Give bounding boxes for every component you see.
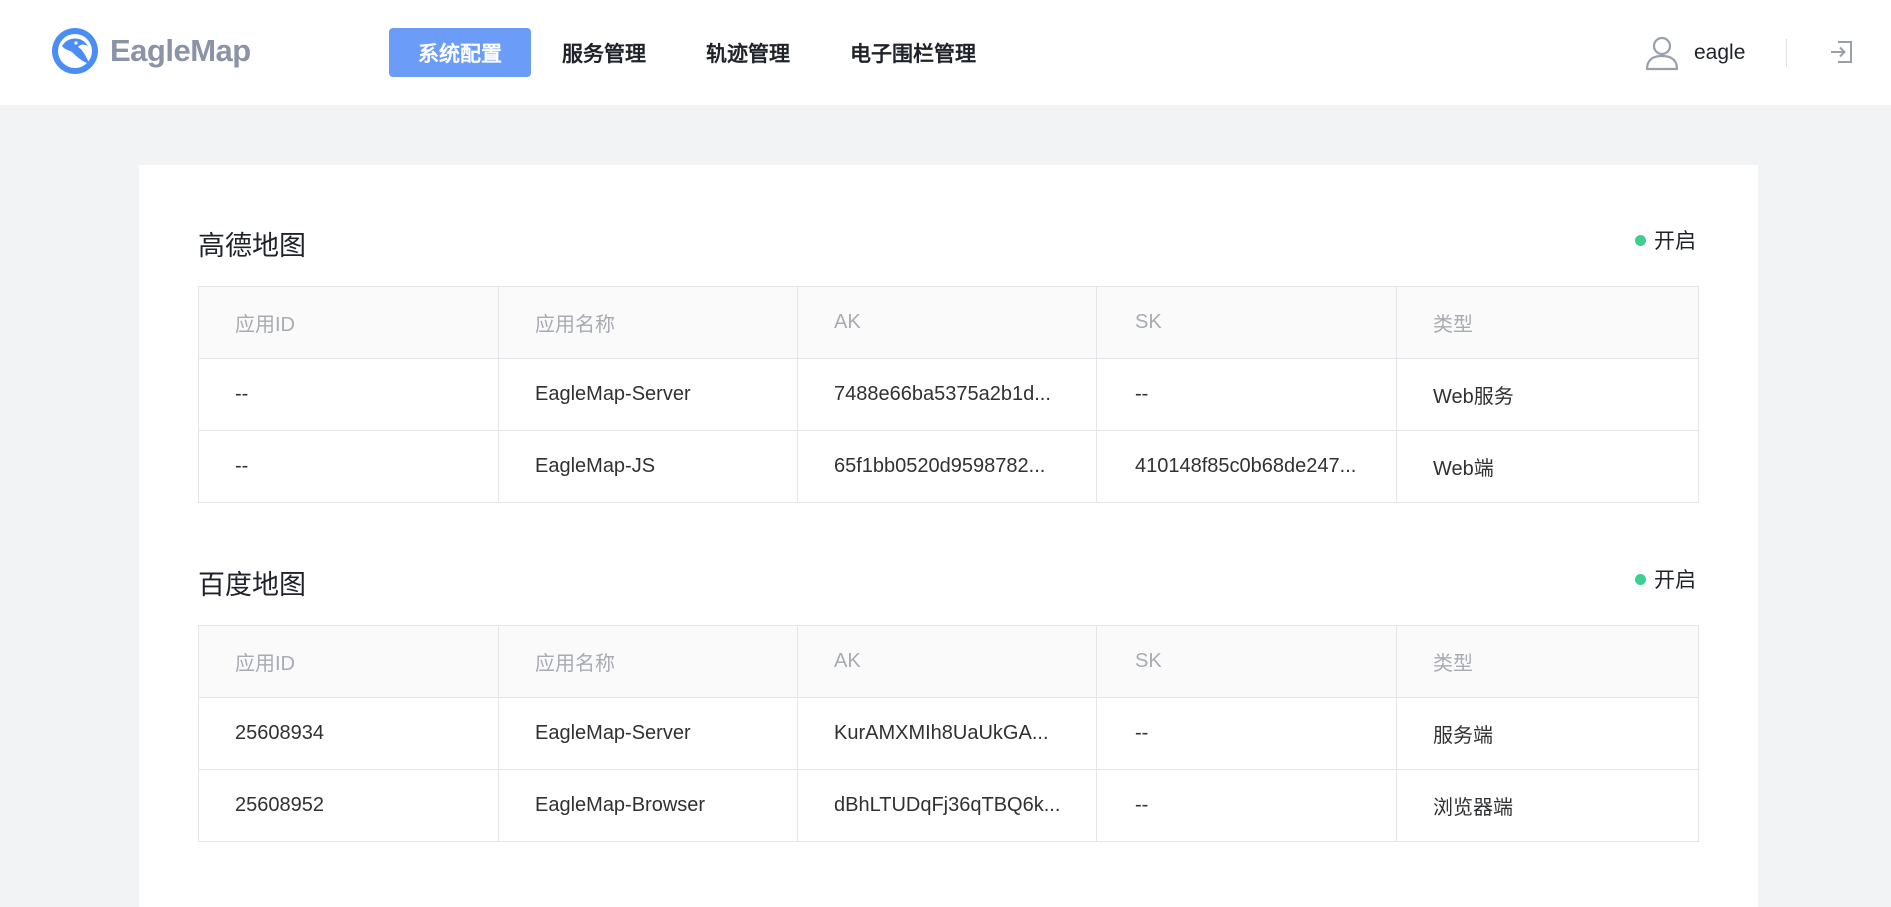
cell-ak: KurAMXMIh8UaUkGA...	[797, 697, 1097, 770]
cell-sk: --	[1096, 358, 1397, 431]
column-header-sk: SK	[1096, 286, 1397, 359]
cell-app-name: EagleMap-Server	[498, 697, 798, 770]
status-label: 开启	[1654, 230, 1696, 253]
table-row: 25608934 EagleMap-Server KurAMXMIh8UaUkG…	[198, 697, 1699, 770]
column-header-ak: AK	[797, 286, 1097, 359]
nav-item-system-config[interactable]: 系统配置	[389, 28, 531, 77]
logo-text: EagleMap	[110, 33, 251, 68]
status-baidu: 开启	[1635, 564, 1696, 594]
cell-app-id: 25608934	[198, 697, 499, 770]
column-header-type: 类型	[1396, 625, 1699, 698]
cell-type: 浏览器端	[1433, 797, 1513, 819]
cell-sk: --	[1096, 697, 1397, 770]
cell-app-id: --	[198, 430, 499, 503]
eagle-logo-icon	[52, 28, 98, 74]
column-header-sk: SK	[1096, 625, 1397, 698]
column-header-app-id: 应用ID	[198, 286, 499, 359]
amap-app-table: 应用ID 应用名称 AK SK 类型 -- EagleMap-Server 74…	[198, 286, 1699, 503]
nav-item-geofence-management[interactable]: 电子围栏管理	[821, 28, 1005, 77]
cell-type: Web端	[1433, 458, 1494, 480]
cell-ak: 7488e66ba5375a2b1d...	[797, 358, 1097, 431]
column-header-type: 类型	[1396, 286, 1699, 359]
table-header-row: 应用ID 应用名称 AK SK 类型	[198, 625, 1699, 698]
cell-app-id: 25608952	[198, 769, 499, 842]
status-label: 开启	[1654, 569, 1696, 592]
cell-app-name: EagleMap-Server	[498, 358, 798, 431]
header-divider	[1786, 39, 1787, 67]
nav-item-track-management[interactable]: 轨迹管理	[677, 28, 819, 77]
nav-item-service-management[interactable]: 服务管理	[533, 28, 675, 77]
status-amap: 开启	[1635, 225, 1696, 255]
table-row: -- EagleMap-JS 65f1bb0520d9598782... 410…	[198, 430, 1699, 503]
table-row: 25608952 EagleMap-Browser dBhLTUDqFj36qT…	[198, 769, 1699, 842]
column-header-ak: AK	[797, 625, 1097, 698]
status-dot	[1635, 234, 1646, 246]
column-header-app-name: 应用名称	[498, 625, 798, 698]
cell-sk: --	[1096, 769, 1397, 842]
logo[interactable]: EagleMap	[50, 26, 251, 76]
baidu-app-table: 应用ID 应用名称 AK SK 类型 25608934 EagleMap-Ser…	[198, 625, 1699, 842]
config-card: 高德地图 开启 应用ID 应用名称 AK SK 类型 -- EagleMap-S…	[139, 165, 1758, 907]
section-title-baidu: 百度地图	[198, 570, 306, 600]
user-menu[interactable]: eagle	[1645, 33, 1745, 73]
logout-icon[interactable]	[1828, 39, 1854, 65]
user-name: eagle	[1694, 41, 1746, 64]
cell-app-id: --	[198, 358, 499, 431]
cell-ak: dBhLTUDqFj36qTBQ6k...	[797, 769, 1097, 842]
cell-app-name: EagleMap-Browser	[498, 769, 798, 842]
status-dot	[1635, 573, 1646, 585]
cell-app-name: EagleMap-JS	[498, 430, 798, 503]
cell-type: 服务端	[1396, 697, 1699, 770]
column-header-app-name: 应用名称	[498, 286, 798, 359]
main-nav: 系统配置 服务管理 轨迹管理 电子围栏管理	[389, 28, 1007, 77]
cell-sk: 410148f85c0b68de247...	[1096, 430, 1397, 503]
section-title-amap: 高德地图	[198, 231, 306, 261]
table-header-row: 应用ID 应用名称 AK SK 类型	[198, 286, 1699, 359]
column-header-app-id: 应用ID	[198, 625, 499, 698]
user-icon	[1645, 36, 1679, 71]
cell-ak: 65f1bb0520d9598782...	[797, 430, 1097, 503]
table-row: -- EagleMap-Server 7488e66ba5375a2b1d...…	[198, 358, 1699, 431]
cell-type: Web服务	[1396, 358, 1699, 431]
top-bar: EagleMap 系统配置 服务管理 轨迹管理 电子围栏管理 eagle	[0, 0, 1891, 105]
